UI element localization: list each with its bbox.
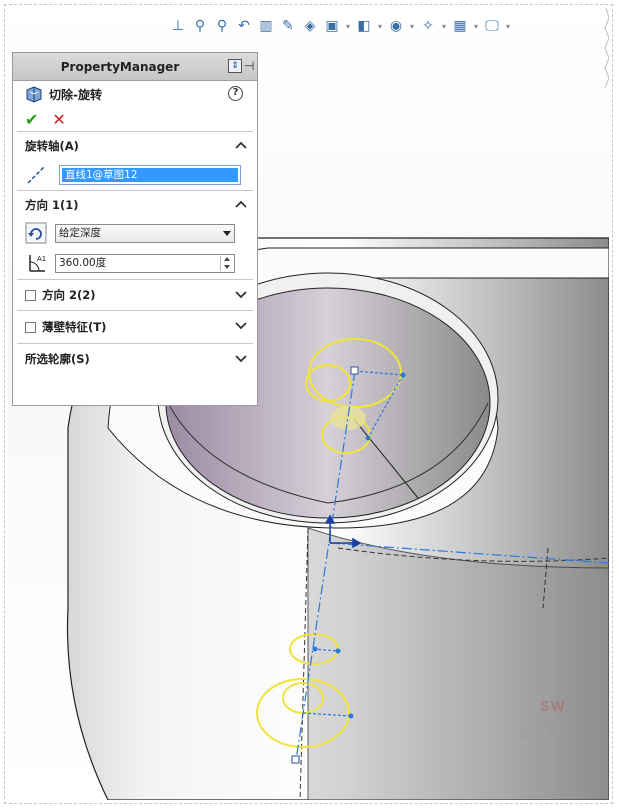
heads-up-toolbar: ⊥ ⚲ ⚲ ↶ ▥ ✎ ◈ ▣ ▾ ◧ ▾ ◉ ▾ ✧ ▾ ▦ ▾ 🖵 ▾ (168, 14, 512, 38)
direction2-group: 方向 2(2) (17, 279, 253, 310)
thin-feature-checkbox[interactable] (25, 321, 36, 333)
chevron-up-icon[interactable] (235, 199, 247, 211)
chevron-down-icon[interactable]: ▾ (440, 22, 448, 31)
feature-title: 切除-旋转 (49, 87, 102, 102)
axis-group: 旋转轴(A) 直线1@草图12 (17, 131, 253, 190)
edit-appearance-icon[interactable]: ◉ (386, 16, 406, 36)
spin-up-icon[interactable] (221, 256, 233, 263)
watermark: SW 研习社 (505, 700, 601, 790)
dynamic-annotation-icon[interactable]: ✎ (278, 16, 298, 36)
end-condition-value: 给定深度 (59, 226, 101, 239)
cut-revolve-icon (26, 86, 42, 103)
previous-view-icon[interactable]: ↶ (234, 16, 254, 36)
ok-button[interactable]: ✔ (25, 110, 38, 129)
chevron-down-icon[interactable]: ▾ (344, 22, 352, 31)
direction2-title: 方向 2(2) (42, 288, 96, 302)
apply-scene-icon[interactable]: ✧ (418, 16, 438, 36)
end-condition-select[interactable]: 给定深度 (55, 223, 235, 243)
chevron-down-icon[interactable] (235, 319, 247, 331)
selected-contours-group-header[interactable]: 所选轮廓(S) (17, 344, 253, 374)
chevron-down-icon[interactable] (223, 230, 231, 236)
axis-selection-item[interactable]: 直线1@草图12 (62, 168, 238, 182)
direction1-title: 方向 1(1) (25, 198, 79, 212)
zoom-fit-icon[interactable]: ⚲ (190, 16, 210, 36)
help-icon[interactable]: ? (228, 86, 243, 101)
angle-input[interactable]: 360.00度 (55, 253, 235, 273)
chevron-down-icon[interactable] (235, 352, 247, 364)
selected-contours-group: 所选轮廓(S) (17, 343, 253, 374)
direction2-group-header[interactable]: 方向 2(2) (17, 280, 253, 310)
feature-title-row: 切除-旋转 ? (13, 81, 257, 107)
view-orientation-icon[interactable]: ◈ (300, 16, 320, 36)
angle-value: 360.00度 (59, 256, 107, 269)
view-settings-icon[interactable]: ▦ (450, 16, 470, 36)
watermark-top: SW (540, 700, 566, 715)
chevron-down-icon[interactable]: ▾ (472, 22, 480, 31)
display-style-icon[interactable]: ▣ (322, 16, 342, 36)
thin-feature-group: 薄壁特征(T) (17, 310, 253, 343)
angle-icon: A1 (29, 255, 46, 272)
chevron-up-icon[interactable] (235, 140, 247, 152)
angle-spinner[interactable] (220, 255, 233, 271)
direction2-checkbox[interactable] (25, 289, 36, 301)
monitor-icon[interactable]: 🖵 (482, 16, 502, 36)
selected-contours-title: 所选轮廓(S) (25, 352, 90, 366)
axis-group-header[interactable]: 旋转轴(A) (17, 132, 253, 160)
chevron-down-icon[interactable]: ▾ (376, 22, 384, 31)
direction1-group-header[interactable]: 方向 1(1) (17, 191, 253, 219)
direction1-group: 方向 1(1) 给定深度 A1 360.00度 (17, 190, 253, 279)
cancel-button[interactable]: ✕ (52, 110, 65, 129)
property-manager: PropertyManager ⇕ ⊣ 切除-旋转 ? ✔ ✕ 旋转轴(A) 直… (12, 52, 258, 406)
pin-icon[interactable]: ⊣ (244, 59, 254, 73)
pm-header: PropertyManager ⇕ ⊣ (13, 53, 257, 81)
chevron-down-icon[interactable]: ▾ (408, 22, 416, 31)
pm-layout-icon[interactable]: ⇕ (228, 59, 242, 73)
chevron-down-icon[interactable]: ▾ (504, 22, 512, 31)
thin-feature-title: 薄壁特征(T) (42, 320, 107, 334)
ok-cancel-row: ✔ ✕ (13, 107, 257, 131)
axis-selection-box[interactable]: 直线1@草图12 (59, 165, 241, 185)
reverse-direction-icon[interactable] (25, 222, 47, 244)
view-orient-icon[interactable]: ⊥ (168, 16, 188, 36)
hide-show-icon[interactable]: ◧ (354, 16, 374, 36)
svg-text:A1: A1 (37, 255, 46, 263)
zoom-area-icon[interactable]: ⚲ (212, 16, 232, 36)
watermark-text: 研习社 (519, 720, 586, 746)
spin-down-icon[interactable] (221, 263, 233, 270)
section-view-icon[interactable]: ▥ (256, 16, 276, 36)
chevron-down-icon[interactable] (235, 288, 247, 300)
axis-line-icon (27, 166, 45, 184)
thin-feature-group-header[interactable]: 薄壁特征(T) (17, 311, 253, 343)
pm-header-title: PropertyManager (60, 60, 180, 74)
axis-group-title: 旋转轴(A) (25, 139, 79, 153)
